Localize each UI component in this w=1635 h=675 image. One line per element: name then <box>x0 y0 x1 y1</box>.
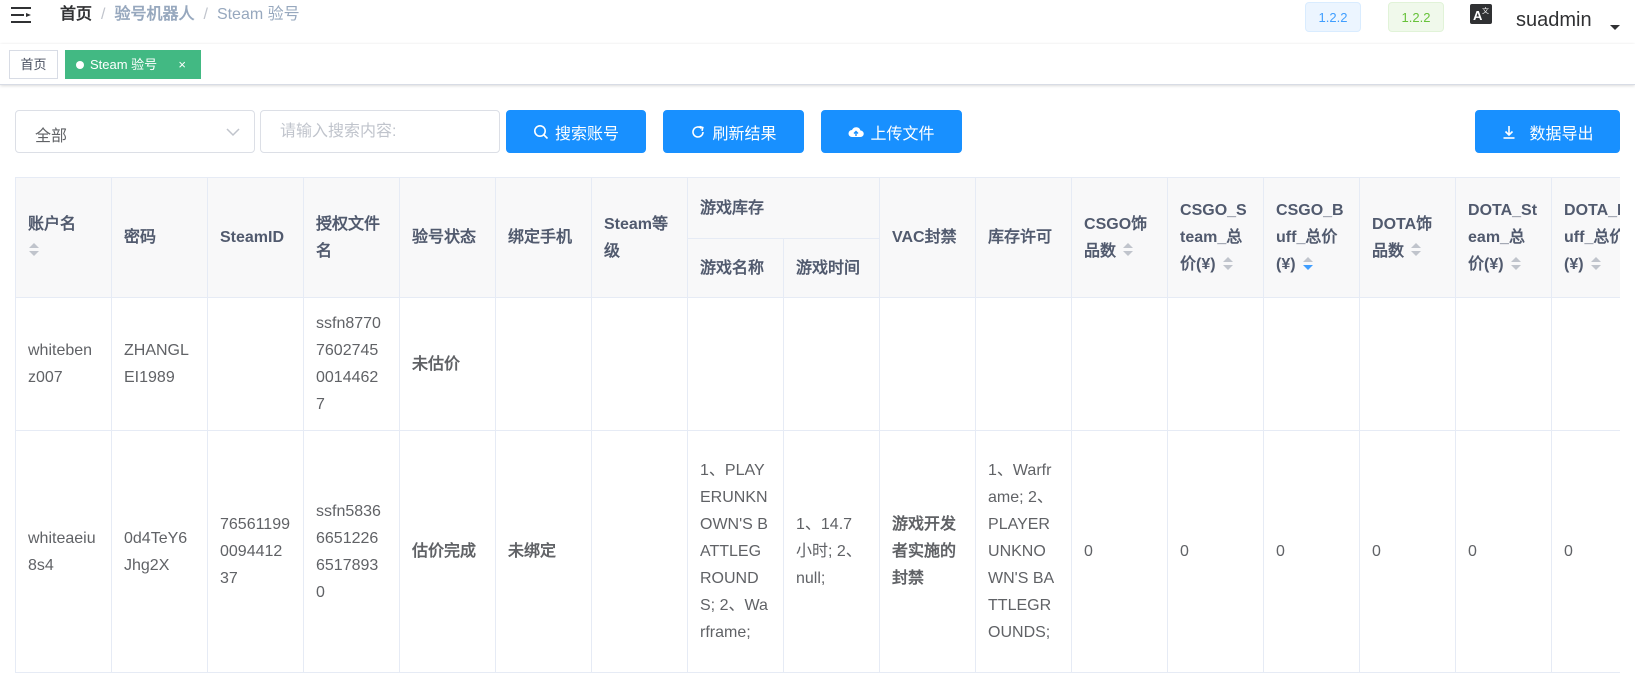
caret-down-icon[interactable] <box>1610 25 1620 30</box>
sort-icon[interactable] <box>1222 256 1234 272</box>
sort-icon[interactable] <box>1302 256 1314 272</box>
col-header-game-time: 游戏时间 <box>782 238 881 298</box>
cell-dota-count: 0 <box>1359 430 1457 673</box>
breadcrumb: 首页 / 验号机器人 / Steam 验号 <box>60 3 300 27</box>
col-header-auth-file: 授权文件名 <box>303 177 400 298</box>
col-header-level: Steam等级 <box>591 177 688 298</box>
cell-license: 1、Warframe; 2、PLAYERUNKNOWN'S BATTLEGROU… <box>975 430 1073 673</box>
button-label: 刷新结果 <box>712 125 777 143</box>
tags-view: 首页 Steam 验号 × <box>0 44 1635 85</box>
cell-csgo-count: 0 <box>1071 430 1169 673</box>
cell-phone: 未绑定 <box>495 430 592 673</box>
cell-csgo-buff-total: 0 <box>1263 430 1361 673</box>
search-account-button[interactable]: 搜索账号 <box>506 110 646 153</box>
tag-label: Steam 验号 <box>90 57 158 72</box>
breadcrumb-home[interactable]: 首页 <box>60 6 92 23</box>
col-header-license: 库存许可 <box>975 177 1073 298</box>
translate-icon[interactable]: A 文 <box>1470 4 1492 24</box>
download-icon <box>1501 124 1517 140</box>
export-data-button[interactable]: 数据导出 <box>1475 110 1620 153</box>
col-header-csgo-buff-total: CSGO_Buff_总价(¥) <box>1263 177 1361 298</box>
col-header-dota-buff-total: DOTA_Buff_总价(¥) <box>1551 177 1620 298</box>
col-header-account: 账户名 <box>15 177 112 298</box>
cell-game-name: 1、PLAYERUNKNOWN'S BATTLEGROUNDS; 2、Warfr… <box>687 430 784 673</box>
cell-game-name <box>687 297 784 431</box>
breadcrumb-current: Steam 验号 <box>216 6 300 23</box>
cell-steamid: 76561199009441237 <box>207 430 304 673</box>
col-header-phone: 绑定手机 <box>495 177 592 298</box>
sort-icon[interactable] <box>1122 242 1134 258</box>
breadcrumb-separator: / <box>203 6 208 23</box>
close-icon[interactable]: × <box>178 51 186 78</box>
col-header-dota-count: DOTA饰品数 <box>1359 177 1457 298</box>
hamburger-icon[interactable] <box>10 5 32 25</box>
cell-status: 未估价 <box>399 297 496 431</box>
cell-status: 估价完成 <box>399 430 496 673</box>
version-badge: 1.2.2 <box>1388 2 1444 32</box>
upload-file-button[interactable]: 上传文件 <box>821 110 962 153</box>
cell-dota-buff-total <box>1551 297 1620 431</box>
cell-dota-steam-total: 0 <box>1455 430 1553 673</box>
col-header-csgo-steam-total: CSGO_Steam_总价(¥) <box>1167 177 1265 298</box>
cell-csgo-count <box>1071 297 1169 431</box>
cell-csgo-steam-total: 0 <box>1167 430 1265 673</box>
cell-vac: 游戏开发者实施的封禁 <box>879 430 977 673</box>
cell-dota-buff-total: 0 <box>1551 430 1620 673</box>
col-header-game-name: 游戏名称 <box>687 238 784 298</box>
col-header-steamid: SteamID <box>207 177 304 298</box>
cell-password: ZHANGLEI1989 <box>111 297 208 431</box>
col-header-csgo-count: CSGO饰品数 <box>1071 177 1169 298</box>
refresh-icon <box>690 124 706 140</box>
tag-steam-verify[interactable]: Steam 验号 × <box>65 50 201 79</box>
chevron-down-icon <box>225 124 241 140</box>
button-label: 上传文件 <box>870 125 935 143</box>
version-badge: 1.2.2 <box>1305 2 1361 32</box>
active-dot-icon <box>76 60 84 69</box>
col-header-status: 验号状态 <box>399 177 496 298</box>
cell-steamid <box>207 297 304 431</box>
cell-csgo-steam-total <box>1167 297 1265 431</box>
svg-text:文: 文 <box>1482 6 1489 15</box>
col-header-library-group: 游戏库存 <box>686 177 881 239</box>
cell-level <box>591 297 688 431</box>
status-filter-select[interactable]: 全部 <box>15 110 255 153</box>
search-input[interactable] <box>260 110 500 153</box>
cell-dota-steam-total <box>1455 297 1553 431</box>
cell-phone <box>495 297 592 431</box>
sort-icon[interactable] <box>28 242 40 258</box>
cell-license <box>975 297 1073 431</box>
table-row[interactable]: whitebenz007 ZHANGLEI1989 ssfn8770760274… <box>15 297 1620 431</box>
breadcrumb-middle[interactable]: 验号机器人 <box>114 6 194 23</box>
table-header-row: 账户名 密码 SteamID 授权文件名 验号状态 绑定手机 Steam等级 游… <box>15 177 1620 298</box>
table-row[interactable]: whiteaeiu8s4 0d4TeY6Jhg2X 76561199009441… <box>15 430 1620 673</box>
cell-account: whiteaeiu8s4 <box>15 430 112 673</box>
cell-account: whitebenz007 <box>15 297 112 431</box>
sort-icon[interactable] <box>1590 256 1602 272</box>
accounts-table: 账户名 密码 SteamID 授权文件名 验号状态 绑定手机 Steam等级 游… <box>15 177 1620 675</box>
user-menu[interactable]: suadmin <box>1516 6 1592 34</box>
cell-password: 0d4TeY6Jhg2X <box>111 430 208 673</box>
select-value: 全部 <box>35 128 68 145</box>
col-header-password: 密码 <box>111 177 208 298</box>
navbar: 首页 / 验号机器人 / Steam 验号 1.2.2 1.2.2 A 文 suadmi… <box>0 0 1635 44</box>
tag-home[interactable]: 首页 <box>9 50 58 79</box>
button-label: 数据导出 <box>1529 125 1594 143</box>
cell-csgo-buff-total <box>1263 297 1361 431</box>
refresh-results-button[interactable]: 刷新结果 <box>663 110 804 153</box>
cell-game-time <box>782 297 881 431</box>
cell-level <box>591 430 688 673</box>
cell-game-time: 1、14.7小时; 2、null; <box>782 430 881 673</box>
button-label: 搜索账号 <box>554 125 619 143</box>
cell-auth-file: ssfn5836665122665178930 <box>303 430 400 673</box>
cloud-upload-icon <box>848 124 865 140</box>
cell-vac <box>879 297 977 431</box>
cell-auth-file: ssfn877076027450014462 7 <box>303 297 400 431</box>
sort-icon[interactable] <box>1410 242 1422 258</box>
sort-icon[interactable] <box>1510 256 1522 272</box>
col-header-vac: VAC封禁 <box>879 177 977 298</box>
breadcrumb-separator: / <box>101 6 106 23</box>
search-icon <box>533 124 549 140</box>
cell-dota-count <box>1359 297 1457 431</box>
col-header-dota-steam-total: DOTA_Steam_总价(¥) <box>1455 177 1553 298</box>
